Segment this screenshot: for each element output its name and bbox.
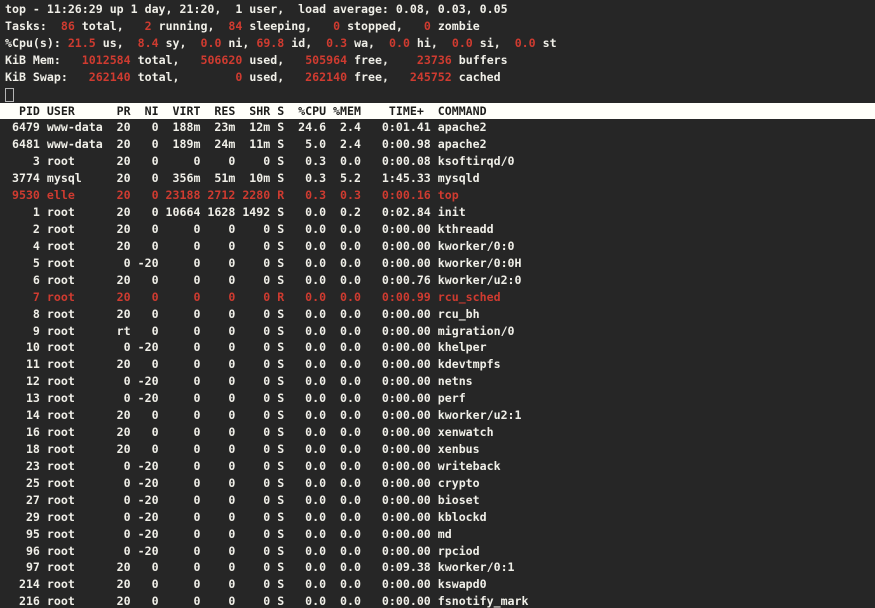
tasks-line: Tasks: 86 total, 2 running, 84 sleeping,… bbox=[5, 18, 875, 35]
tasks-line-segment: total, bbox=[75, 19, 145, 33]
mem-line-segment: free, bbox=[347, 53, 417, 67]
tasks-line-segment: stopped, bbox=[340, 19, 424, 33]
terminal-cursor bbox=[5, 88, 14, 102]
mem-line-segment: buffers bbox=[452, 53, 508, 67]
process-row: 9530 elle 20 0 23188 2712 2280 R 0.3 0.3… bbox=[5, 187, 875, 204]
cpu-line-segment: 0.0 bbox=[515, 36, 536, 50]
tasks-line-segment: 2 bbox=[145, 19, 152, 33]
process-row: 23 root 0 -20 0 0 0 S 0.0 0.0 0:00.00 wr… bbox=[5, 458, 875, 475]
process-row: 12 root 0 -20 0 0 0 S 0.0 0.0 0:00.00 ne… bbox=[5, 373, 875, 390]
cpu-line-segment: 69.8 bbox=[256, 36, 284, 50]
mem-line-segment: KiB Mem: bbox=[5, 53, 82, 67]
cpu-line-segment: st bbox=[536, 36, 557, 50]
cpu-line-segment: 0.0 bbox=[389, 36, 410, 50]
process-row: 216 root 20 0 0 0 0 S 0.0 0.0 0:00.00 fs… bbox=[5, 593, 875, 608]
process-row: 4 root 20 0 0 0 0 S 0.0 0.0 0:00.00 kwor… bbox=[5, 238, 875, 255]
cursor-line bbox=[5, 86, 875, 103]
cpu-line-segment: sy, bbox=[159, 36, 201, 50]
cpu-line-segment: id, bbox=[284, 36, 326, 50]
swap-line: KiB Swap: 262140 total, 0 used, 262140 f… bbox=[5, 69, 875, 86]
process-row: 6479 www-data 20 0 188m 23m 12m S 24.6 2… bbox=[5, 119, 875, 136]
process-row: 25 root 0 -20 0 0 0 S 0.0 0.0 0:00.00 cr… bbox=[5, 475, 875, 492]
process-row: 3774 mysql 20 0 356m 51m 10m S 0.3 5.2 1… bbox=[5, 170, 875, 187]
cpu-line-segment: 0.0 bbox=[452, 36, 473, 50]
process-row: 5 root 0 -20 0 0 0 S 0.0 0.0 0:00.00 kwo… bbox=[5, 255, 875, 272]
swap-line-segment: free, bbox=[347, 70, 410, 84]
tasks-line-segment: Tasks: bbox=[5, 19, 61, 33]
mem-line-segment: total, bbox=[131, 53, 201, 67]
process-table-header: PID USER PR NI VIRT RES SHR S %CPU %MEM … bbox=[0, 103, 875, 120]
mem-line-segment: 1012584 bbox=[82, 53, 131, 67]
process-row: 214 root 20 0 0 0 0 S 0.0 0.0 0:00.00 ks… bbox=[5, 576, 875, 593]
mem-line-segment: used, bbox=[242, 53, 305, 67]
swap-line-segment: used, bbox=[242, 70, 305, 84]
process-row: 3 root 20 0 0 0 0 S 0.3 0.0 0:00.08 ksof… bbox=[5, 153, 875, 170]
process-row: 6 root 20 0 0 0 0 S 0.0 0.0 0:00.76 kwor… bbox=[5, 272, 875, 289]
cpu-line-segment: 8.4 bbox=[138, 36, 159, 50]
process-row: 13 root 0 -20 0 0 0 S 0.0 0.0 0:00.00 pe… bbox=[5, 390, 875, 407]
cpu-line-segment: us, bbox=[96, 36, 138, 50]
mem-line: KiB Mem: 1012584 total, 506620 used, 505… bbox=[5, 52, 875, 69]
process-row: 29 root 0 -20 0 0 0 S 0.0 0.0 0:00.00 kb… bbox=[5, 509, 875, 526]
process-row: 10 root 0 -20 0 0 0 S 0.0 0.0 0:00.00 kh… bbox=[5, 339, 875, 356]
process-row: 9 root rt 0 0 0 0 S 0.0 0.0 0:00.00 migr… bbox=[5, 323, 875, 340]
swap-line-segment: total, bbox=[131, 70, 236, 84]
process-row: 27 root 0 -20 0 0 0 S 0.0 0.0 0:00.00 bi… bbox=[5, 492, 875, 509]
process-row: 97 root 20 0 0 0 0 S 0.0 0.0 0:09.38 kwo… bbox=[5, 559, 875, 576]
cpu-line-segment: 0.3 bbox=[326, 36, 347, 50]
process-row: 7 root 20 0 0 0 0 R 0.0 0.0 0:00.99 rcu_… bbox=[5, 289, 875, 306]
swap-line-segment: 245752 bbox=[410, 70, 452, 84]
cpu-line-segment: 0.0 bbox=[200, 36, 221, 50]
process-row: 18 root 20 0 0 0 0 S 0.0 0.0 0:00.00 xen… bbox=[5, 441, 875, 458]
swap-line-segment: KiB Swap: bbox=[5, 70, 89, 84]
cpu-line-segment: wa, bbox=[347, 36, 389, 50]
process-row: 16 root 20 0 0 0 0 S 0.0 0.0 0:00.00 xen… bbox=[5, 424, 875, 441]
process-row: 14 root 20 0 0 0 0 S 0.0 0.0 0:00.00 kwo… bbox=[5, 407, 875, 424]
uptime-line: top - 11:26:29 up 1 day, 21:20, 1 user, … bbox=[5, 1, 875, 18]
tasks-line-segment: zombie bbox=[431, 19, 480, 33]
mem-line-segment: 505964 bbox=[305, 53, 347, 67]
uptime-line-segment: top - 11:26:29 up 1 day, 21:20, 1 user, … bbox=[5, 2, 508, 16]
summary-area: top - 11:26:29 up 1 day, 21:20, 1 user, … bbox=[5, 1, 875, 86]
process-row: 95 root 0 -20 0 0 0 S 0.0 0.0 0:00.00 md bbox=[5, 526, 875, 543]
cpu-line-segment: si, bbox=[473, 36, 515, 50]
mem-line-segment: 506620 bbox=[200, 53, 242, 67]
swap-line-segment: 262140 bbox=[305, 70, 347, 84]
mem-line-segment: 23736 bbox=[417, 53, 452, 67]
process-row: 2 root 20 0 0 0 0 S 0.0 0.0 0:00.00 kthr… bbox=[5, 221, 875, 238]
tasks-line-segment: 86 bbox=[61, 19, 75, 33]
cpu-line: %Cpu(s): 21.5 us, 8.4 sy, 0.0 ni, 69.8 i… bbox=[5, 35, 875, 52]
process-row: 6481 www-data 20 0 189m 24m 11m S 5.0 2.… bbox=[5, 136, 875, 153]
swap-line-segment: 262140 bbox=[89, 70, 131, 84]
process-row: 11 root 20 0 0 0 0 S 0.0 0.0 0:00.00 kde… bbox=[5, 356, 875, 373]
cpu-line-segment: ni, bbox=[221, 36, 256, 50]
tasks-line-segment: 0 bbox=[424, 19, 431, 33]
tasks-line-segment: 84 bbox=[228, 19, 242, 33]
tasks-line-segment: sleeping, bbox=[242, 19, 333, 33]
process-row: 8 root 20 0 0 0 0 S 0.0 0.0 0:00.00 rcu_… bbox=[5, 306, 875, 323]
tasks-line-segment: running, bbox=[152, 19, 229, 33]
process-row: 1 root 20 0 10664 1628 1492 S 0.0 0.2 0:… bbox=[5, 204, 875, 221]
swap-line-segment: cached bbox=[452, 70, 501, 84]
cpu-line-segment: %Cpu(s): bbox=[5, 36, 68, 50]
cpu-line-segment: 21.5 bbox=[68, 36, 96, 50]
cpu-line-segment: hi, bbox=[410, 36, 452, 50]
terminal[interactable]: top - 11:26:29 up 1 day, 21:20, 1 user, … bbox=[0, 0, 875, 608]
process-row: 96 root 0 -20 0 0 0 S 0.0 0.0 0:00.00 rp… bbox=[5, 543, 875, 560]
process-table-body: 6479 www-data 20 0 188m 23m 12m S 24.6 2… bbox=[5, 119, 875, 608]
